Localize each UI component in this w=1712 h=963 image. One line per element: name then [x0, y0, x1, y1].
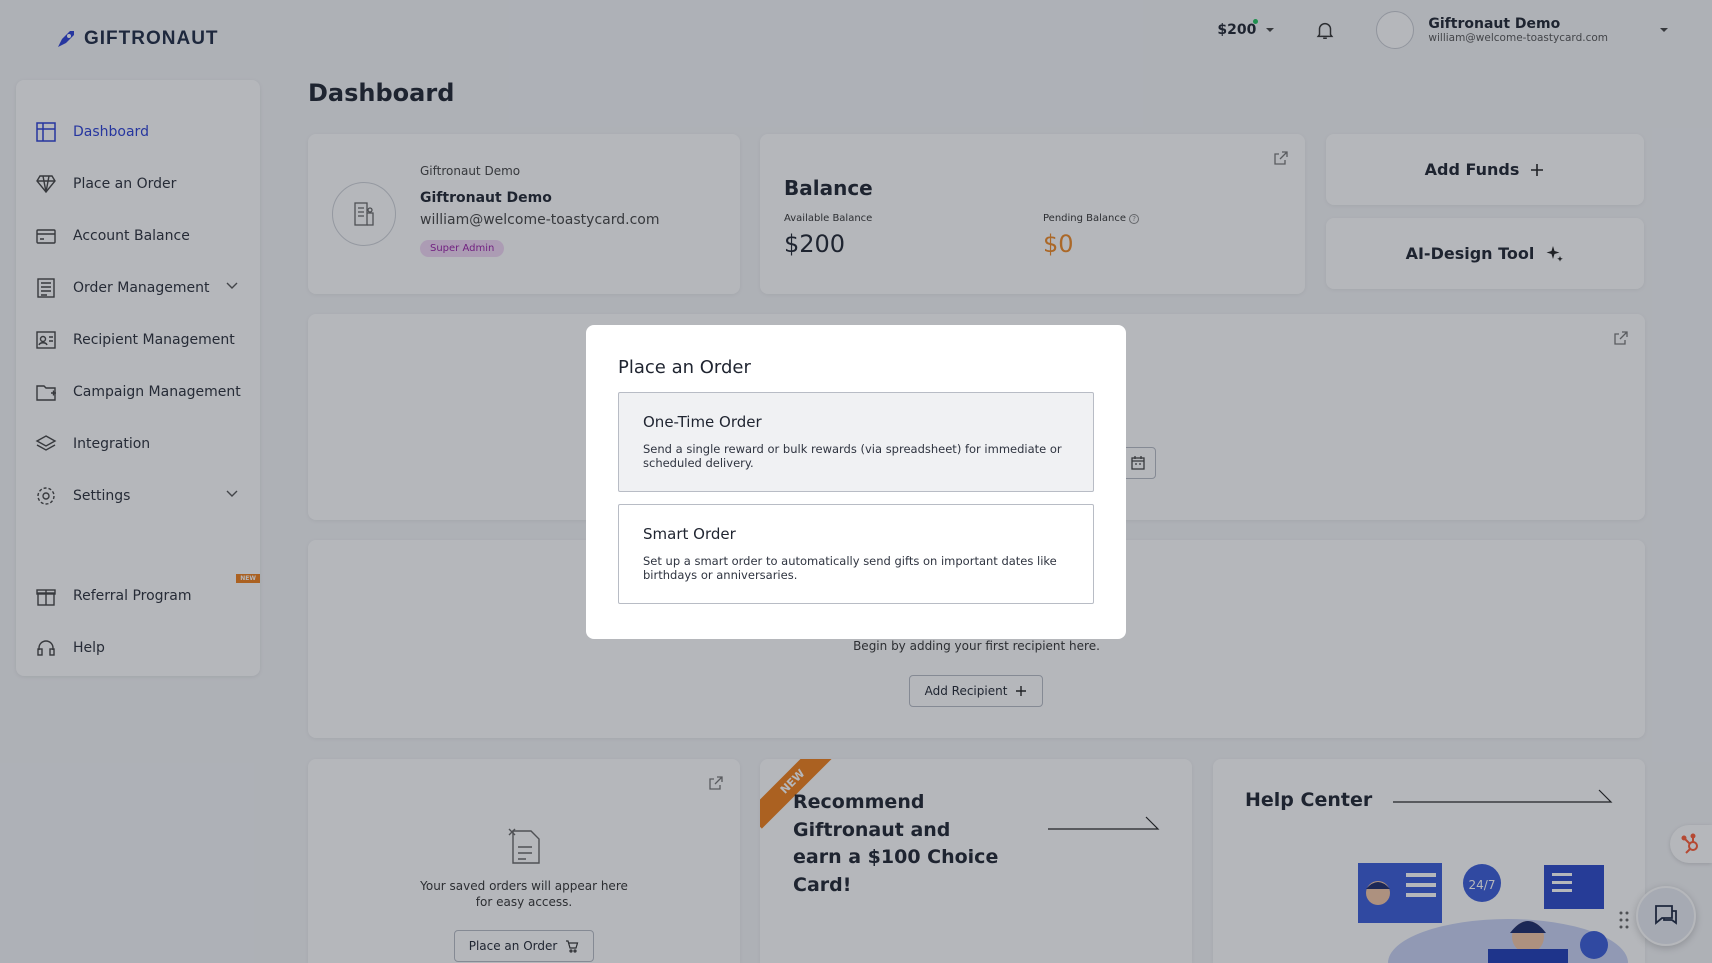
place-order-modal: Place an Order One-Time Order Send a sin… — [586, 325, 1126, 639]
app-root: GIFTRONAUT $200 Giftronaut Demo william@… — [0, 0, 1712, 963]
option-description: Set up a smart order to automatically se… — [643, 554, 1057, 582]
option-title: Smart Order — [643, 525, 736, 543]
modal-title: Place an Order — [618, 357, 751, 378]
option-description: Send a single reward or bulk rewards (vi… — [643, 442, 1062, 470]
one-time-order-option[interactable]: One-Time Order Send a single reward or b… — [618, 392, 1094, 492]
option-title: One-Time Order — [643, 413, 762, 431]
smart-order-option[interactable]: Smart Order Set up a smart order to auto… — [618, 504, 1094, 604]
